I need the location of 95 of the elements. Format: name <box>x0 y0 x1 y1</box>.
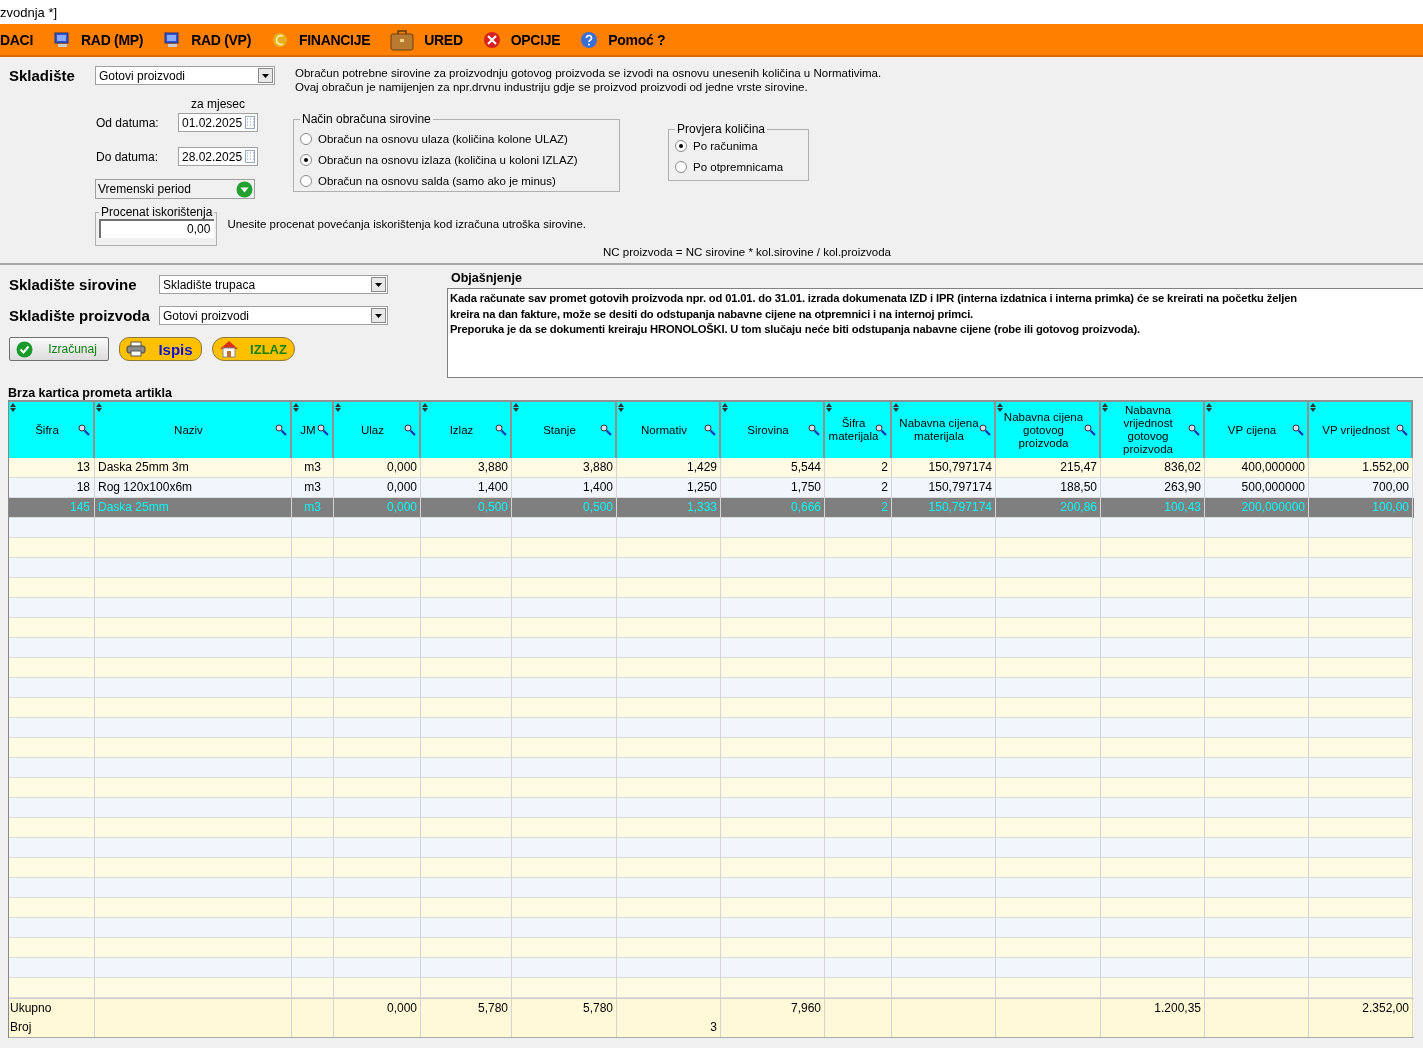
monitor-icon <box>163 30 182 49</box>
hint-text: Unesite procenat povećanja iskorištenja kod izračuna utroška sirovine. <box>227 217 586 230</box>
column-header[interactable]: Izlaz <box>421 400 512 458</box>
warehouse-dropdown[interactable]: Gotovi proizvodi <box>95 66 275 85</box>
search-icon[interactable] <box>495 424 507 436</box>
search-icon[interactable] <box>600 424 612 436</box>
group-title: Provjera količina <box>676 122 767 136</box>
help-icon <box>580 30 599 49</box>
search-icon[interactable] <box>317 424 329 436</box>
column-header[interactable]: Stanje <box>512 400 617 458</box>
column-header[interactable]: Nabavna cijena materijala <box>892 400 996 458</box>
date-label: Od datuma: <box>96 115 160 130</box>
group-title: Način obračuna sirovine <box>301 112 432 126</box>
radio-label: Po otpremnicama <box>693 160 784 173</box>
section-title: Objašnjenje <box>451 271 522 285</box>
search-icon[interactable] <box>404 424 416 436</box>
column-header[interactable]: Šifra materijala <box>825 400 892 458</box>
description-text: Obračun potrebne sirovine za proizvodnju gotovog proizvoda se izvodi na osnovu unesenih količina u Normativima. <box>295 66 882 80</box>
total-value: 5,780 <box>582 1001 613 1015</box>
monitor-icon <box>53 30 72 49</box>
group-title: Procenat iskorištenja <box>100 205 214 219</box>
column-header[interactable]: Šifra <box>9 400 95 458</box>
column-header[interactable]: Naziv <box>95 400 292 458</box>
radio-label: Obračun na osnovu salda (samo ako je minus) <box>318 174 556 187</box>
radio-label: Po računima <box>693 139 758 152</box>
date-field[interactable]: 28.02.2025 <box>178 147 258 166</box>
search-icon[interactable] <box>1292 424 1304 436</box>
menu-item[interactable]: RAD (MP) <box>81 31 144 48</box>
menu-item[interactable]: Pomoć ? <box>608 31 666 48</box>
radio-button[interactable] <box>675 160 687 173</box>
menu-item[interactable]: URED <box>424 31 463 48</box>
search-icon[interactable] <box>1188 424 1200 436</box>
dropdown-arrow-icon <box>262 73 269 78</box>
house-icon <box>219 340 239 358</box>
column-header[interactable]: VP cijena <box>1205 400 1309 458</box>
action-button[interactable]: Ispis <box>119 337 202 361</box>
total-label: Broj <box>10 1019 32 1036</box>
radio-button[interactable] <box>300 174 312 187</box>
warehouse-label: Skladište <box>9 67 76 84</box>
printer-icon <box>126 341 146 357</box>
total-value: 3 <box>710 1020 717 1034</box>
dropdown-arrow-icon <box>375 313 382 318</box>
table-row[interactable]: 18 Rog 120x100x6m m3 0,000 1,400 1,400 1,250 1,750 2 150,797174 188,50 263,90 500,000000 700,00 <box>9 478 1414 498</box>
warehouse-label: Skladište sirovine <box>9 276 138 293</box>
column-header[interactable]: Sirovina <box>721 400 825 458</box>
search-icon[interactable] <box>1084 424 1096 436</box>
checkmark-icon <box>16 340 33 358</box>
period-dropdown[interactable]: Vremenski period <box>95 179 255 199</box>
total-value: 0,000 <box>386 1001 417 1015</box>
menu-item[interactable]: FINANCIJE <box>299 31 371 48</box>
column-header[interactable]: Ulaz <box>334 400 421 458</box>
radio-button[interactable] <box>300 132 312 145</box>
column-header[interactable]: VP vrijednost <box>1309 400 1413 458</box>
total-value: 7,960 <box>790 1001 821 1015</box>
search-icon[interactable] <box>979 424 991 436</box>
column-header[interactable]: Nabavna cijena gotovog proizvoda <box>996 400 1101 458</box>
search-icon[interactable] <box>1396 424 1408 436</box>
briefcase-icon <box>390 28 415 51</box>
radio-label: Obračun na osnovu ulaza (količina kolone ULAZ) <box>318 132 568 145</box>
warehouse-label: Skladište proizvoda <box>9 307 151 324</box>
search-icon[interactable] <box>78 424 90 436</box>
action-button[interactable]: Izračunaj <box>9 337 109 361</box>
total-label: Ukupno <box>10 1000 52 1017</box>
search-icon[interactable] <box>808 424 820 436</box>
percent-field[interactable]: 0,00 <box>99 219 215 238</box>
radio-button[interactable] <box>675 139 687 152</box>
formula-text: NC proizvoda = NC sirovine * kol.sirovine / kol.proizvoda <box>603 246 891 258</box>
search-icon[interactable] <box>275 424 287 436</box>
grid-title: Brza kartica prometa artikla <box>8 386 172 400</box>
dropdown-arrow-icon <box>375 282 382 287</box>
date-field[interactable]: 01.02.2025 <box>178 113 258 132</box>
column-header[interactable]: Normativ <box>617 400 721 458</box>
column-header[interactable]: JM <box>292 400 334 458</box>
window-title: zvodnja *] <box>0 4 58 20</box>
description-text: Ovaj obračun je namijenjen za npr.drvnu industriju gdje se proizvod proizvodi od jedne vrste sirovine. <box>295 80 808 94</box>
sort-icon[interactable] <box>10 403 16 412</box>
coin-icon <box>271 30 289 49</box>
menu-item[interactable]: OPCIJE <box>510 31 561 48</box>
menu-item[interactable]: RAD (VP) <box>191 31 251 48</box>
search-icon[interactable] <box>704 424 716 436</box>
total-value: 2.352,00 <box>1362 1001 1409 1015</box>
total-value: 1.200,35 <box>1154 1001 1201 1015</box>
explanation-text: Kada računate sav promet gotovih proizvoda npr. od 01.01. do 31.01. izrada dokumenata IZD i IPR (interna izdatnica i interna primka) će se kreirati na početku željen <box>450 291 1297 306</box>
date-label: Do datuma: <box>96 149 160 164</box>
month-label: za mjesec <box>191 97 246 111</box>
radio-button[interactable] <box>300 153 312 166</box>
menu-item[interactable]: DACI <box>0 31 34 48</box>
warehouse-dropdown[interactable]: Skladište trupaca <box>159 275 388 294</box>
warehouse-dropdown[interactable]: Gotovi proizvodi <box>159 306 388 325</box>
explanation-text: kreira na dan fakture, može se desiti do odstupanja nabavne cijene na otpremnici i na internoj primci. <box>450 306 974 322</box>
total-value: 5,780 <box>477 1001 508 1015</box>
table-row[interactable]: 13 Daska 25mm 3m m3 0,000 3,880 3,880 1,429 5,544 2 150,797174 215,47 836,02 400,000000 1.552,00 <box>9 458 1414 478</box>
explanation-text: Preporuka je da se dokumenti kreiraju HRONOLOŠKI. U tom slučaju neće biti odstupanja nabavne cijene (robe ili gotovog proizvoda). <box>450 322 1140 337</box>
column-header[interactable]: Nabavna vrijednost gotovog proizvoda <box>1101 400 1205 458</box>
radio-label: Obračun na osnovu izlaza (količina u koloni IZLAZ) <box>318 153 578 166</box>
